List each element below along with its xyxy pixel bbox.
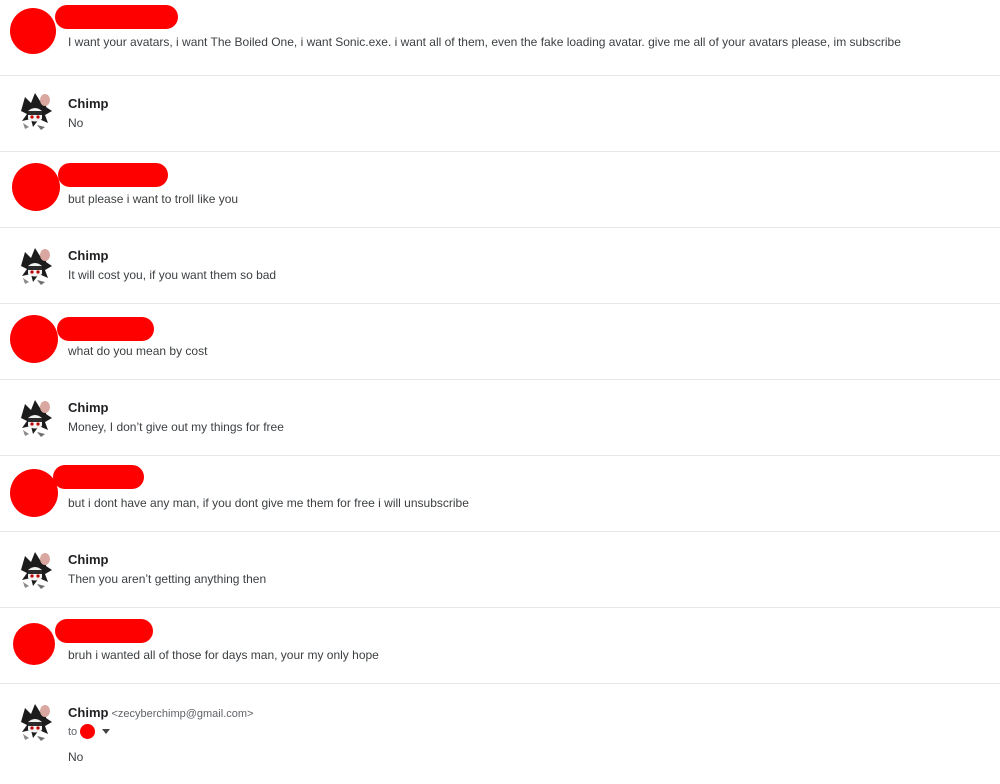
sender-display-name: Chimp: [68, 705, 109, 720]
chimp-avatar-icon: [15, 700, 57, 742]
chimp-avatar-icon: [15, 89, 57, 131]
chevron-down-icon[interactable]: [102, 729, 111, 734]
message-text: but i dont have any man, if you dont giv…: [68, 496, 469, 510]
chimp-avatar-icon: [15, 548, 57, 590]
recipient-to-label: to: [68, 725, 78, 738]
message-text: It will cost you, if you want them so ba…: [68, 268, 277, 282]
redacted-sender-name: [58, 163, 168, 187]
message-item[interactable]: Chimp Then you aren’t getting anything t…: [0, 532, 1000, 608]
sender-name: Chimp: [68, 248, 109, 263]
message-item[interactable]: Chimp It will cost you, if you want them…: [0, 228, 1000, 304]
redacted-recipient: [80, 724, 96, 739]
redacted-sender-name: [57, 317, 154, 341]
message-text: No: [68, 750, 84, 764]
sender-name: Chimp: [68, 552, 109, 567]
message-item[interactable]: but please i want to troll like you: [0, 152, 1000, 228]
message-text: what do you mean by cost: [68, 344, 208, 358]
message-text: bruh i wanted all of those for days man,…: [68, 648, 379, 662]
message-item[interactable]: Chimp No: [0, 76, 1000, 152]
message-item[interactable]: bruh i wanted all of those for days man,…: [0, 608, 1000, 684]
message-text: No: [68, 116, 84, 130]
redacted-sender-name: [53, 465, 144, 489]
chimp-avatar-icon: [15, 244, 57, 286]
redacted-avatar: [10, 8, 56, 54]
message-item-expanded[interactable]: Chimp <zecyberchimp@gmail.com> to No: [0, 684, 1000, 784]
redacted-sender-name: [55, 619, 153, 643]
message-text: Money, I don’t give out my things for fr…: [68, 420, 284, 434]
redacted-avatar: [12, 163, 60, 211]
redacted-sender-name: [55, 5, 178, 29]
message-item[interactable]: Chimp Money, I don’t give out my things …: [0, 380, 1000, 456]
sender-name: Chimp: [68, 96, 109, 111]
chimp-avatar-icon: [15, 396, 57, 438]
sender-name: Chimp: [68, 400, 109, 415]
redacted-avatar: [10, 469, 58, 517]
message-item[interactable]: I want your avatars, i want The Boiled O…: [0, 0, 1000, 76]
email-thread: I want your avatars, i want The Boiled O…: [0, 0, 1000, 784]
message-item[interactable]: what do you mean by cost: [0, 304, 1000, 380]
sender-name: Chimp <zecyberchimp@gmail.com>: [68, 705, 253, 720]
message-text: Then you aren’t getting anything then: [68, 572, 267, 586]
redacted-avatar: [10, 315, 58, 363]
redacted-avatar: [13, 623, 55, 665]
message-item[interactable]: but i dont have any man, if you dont giv…: [0, 456, 1000, 532]
message-text: I want your avatars, i want The Boiled O…: [68, 35, 901, 49]
sender-email: <zecyberchimp@gmail.com>: [111, 708, 254, 720]
recipient-line: to: [68, 724, 111, 739]
message-text: but please i want to troll like you: [68, 192, 239, 206]
